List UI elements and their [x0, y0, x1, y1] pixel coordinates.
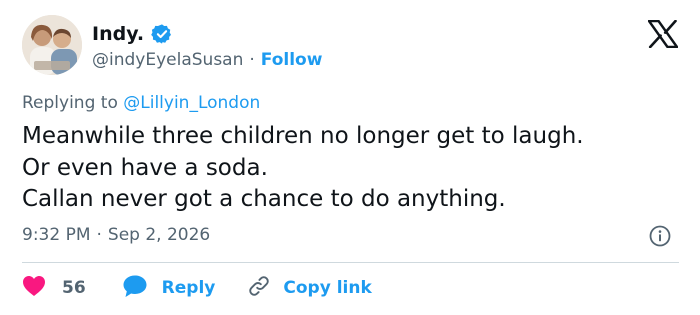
reply-button[interactable]: Reply [122, 274, 216, 303]
copy-link-label: Copy link [283, 278, 372, 298]
tweet-actions: 56 Reply Copy link [22, 274, 372, 302]
tweet-line: Or even have a soda. [22, 154, 268, 181]
tweet-time[interactable]: 9:32 PM [22, 225, 91, 245]
reply-label: Reply [161, 278, 216, 298]
replying-prefix: Replying to [22, 93, 124, 113]
handle-separator: · [249, 50, 255, 70]
tweet-card: Indy. @indyEyelaSusan · Follow Replying … [0, 0, 700, 315]
tweet-date[interactable]: Sep 2, 2026 [108, 225, 210, 245]
verified-badge-icon [151, 23, 173, 45]
like-count: 56 [62, 278, 86, 298]
tweet-text: Meanwhile three children no longer get t… [22, 121, 682, 216]
reply-mention-link[interactable]: @Lillyin_London [123, 93, 260, 113]
author-avatar[interactable] [22, 15, 82, 75]
replying-to-line: Replying to @Lillyin_London [22, 93, 260, 113]
author-handle-row: @indyEyelaSusan · Follow [92, 48, 322, 72]
tweet-line: Callan never got a chance to do anything… [22, 186, 506, 212]
link-icon [247, 274, 271, 303]
avatar-photo [22, 15, 82, 75]
author-display-name[interactable]: Indy. [92, 23, 144, 45]
timestamp-separator: · [96, 225, 102, 245]
tweet-timestamp[interactable]: 9:32 PM · Sep 2, 2026 [22, 225, 210, 245]
actions-divider [22, 262, 679, 263]
like-button[interactable]: 56 [22, 275, 86, 302]
author-handle[interactable]: @indyEyelaSusan [92, 50, 243, 70]
copy-link-button[interactable]: Copy link [247, 274, 372, 303]
info-icon[interactable] [648, 224, 672, 248]
speech-bubble-icon [122, 274, 148, 303]
tweet-line: Meanwhile three children no longer get t… [22, 123, 584, 149]
follow-button[interactable]: Follow [261, 50, 323, 70]
x-logo-icon[interactable] [647, 19, 679, 49]
author-name-row: Indy. [92, 21, 173, 47]
heart-icon [22, 275, 46, 302]
